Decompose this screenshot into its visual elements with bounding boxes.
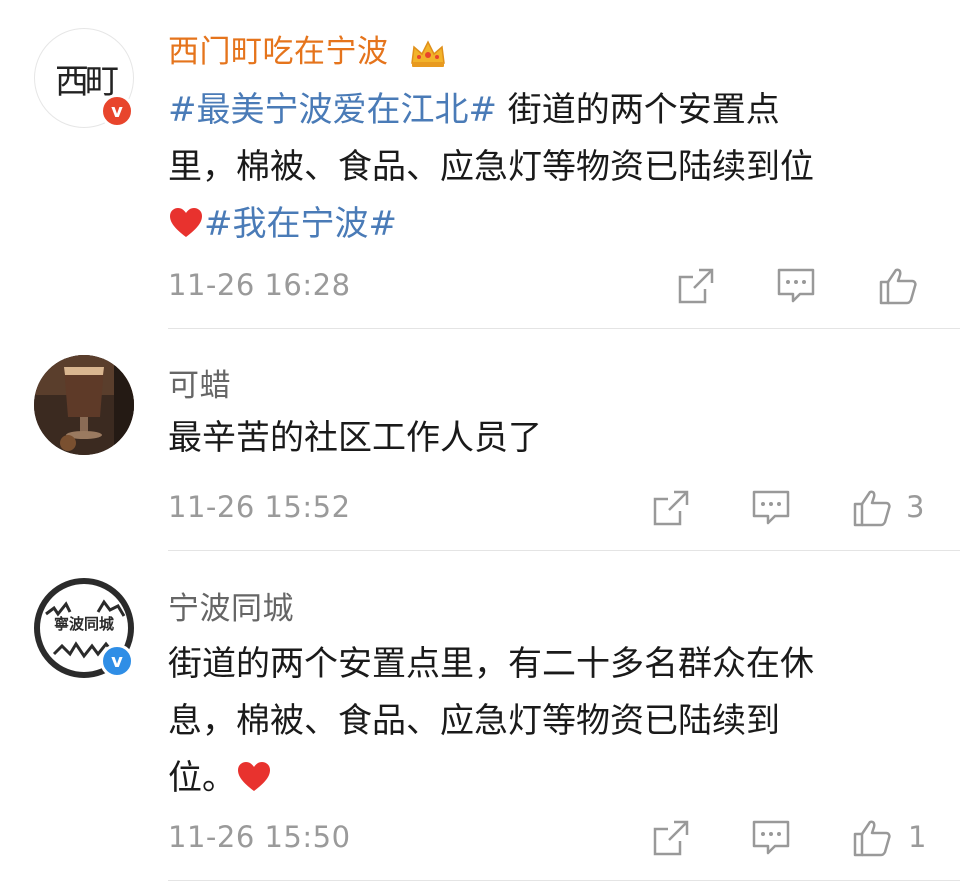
avatar[interactable]: 西町 v [34,28,134,128]
comment-button[interactable] [751,488,791,528]
crown-icon [411,39,445,67]
comment-icon [752,820,790,855]
username[interactable]: 西门町吃在宁波 [168,26,447,71]
comment-line: 街道的两个安置点里，有二十多名群众在休 [168,644,814,684]
like-count: 3 [906,490,925,524]
avatar-photo [34,355,134,455]
like-icon [853,820,891,857]
comment-line: 息，棉被、食品、应急灯等物资已陆续到 [168,701,780,741]
comment-text: 街道的两个安置点里，有二十多名群众在休 息，棉被、食品、应急灯等物资已陆续到 位… [168,636,938,807]
comment-icon [777,268,815,303]
comment-line: 里，棉被、食品、应急灯等物资已陆续到位 [168,147,814,187]
verified-badge-icon: v [100,94,134,128]
text-segment: 位。 [168,758,236,798]
username[interactable]: 可蜡 [168,360,231,405]
avatar-glyph: 寧波同城 [54,615,114,633]
comment-line: #最美宁波爱在江北# 街道的两个安置点 [168,82,938,139]
share-button[interactable] [676,266,716,306]
comment-button[interactable] [776,266,816,306]
like-button[interactable] [878,266,918,306]
timestamp: 11-26 15:50 [168,820,351,854]
comment-text: 最辛苦的社区工作人员了 [168,410,938,467]
comment-text: #最美宁波爱在江北# 街道的两个安置点 里，棉被、食品、应急灯等物资已陆续到位 … [168,82,938,253]
heart-icon [238,761,270,791]
avatar[interactable] [34,355,134,455]
like-button[interactable] [852,818,892,858]
share-button[interactable] [651,488,691,528]
avatar[interactable]: 寧波同城 v [34,578,134,678]
comment-line: 位。 [168,750,938,807]
verified-badge-icon: v [100,644,134,678]
comment-button[interactable] [751,818,791,858]
divider [168,550,960,551]
topic-link[interactable]: #我在宁波# [204,204,397,244]
timestamp: 11-26 15:52 [168,490,351,524]
share-icon [653,490,689,526]
heart-icon [170,207,202,237]
timestamp: 11-26 16:28 [168,268,351,302]
topic-link[interactable]: #最美宁波爱在江北# [168,90,497,130]
username-text[interactable]: 西门町吃在宁波 [168,34,389,70]
divider [168,880,960,881]
like-icon [853,490,891,527]
share-button[interactable] [651,818,691,858]
comment-icon [752,490,790,525]
share-icon [653,820,689,856]
like-count: 1 [908,820,927,854]
text-segment: 街道的两个安置点 [496,90,780,130]
username[interactable]: 宁波同城 [168,583,294,628]
divider [168,328,960,329]
like-icon [879,268,917,305]
comment-line: #我在宁波# [168,196,938,253]
comment-feed: 西町 v 西门町吃在宁波 #最美宁波爱在江北# 街道的两个安置点 里，棉被、食品… [0,0,960,885]
share-icon [678,268,714,304]
comment-line: 最辛苦的社区工作人员了 [168,418,542,458]
like-button[interactable] [852,488,892,528]
